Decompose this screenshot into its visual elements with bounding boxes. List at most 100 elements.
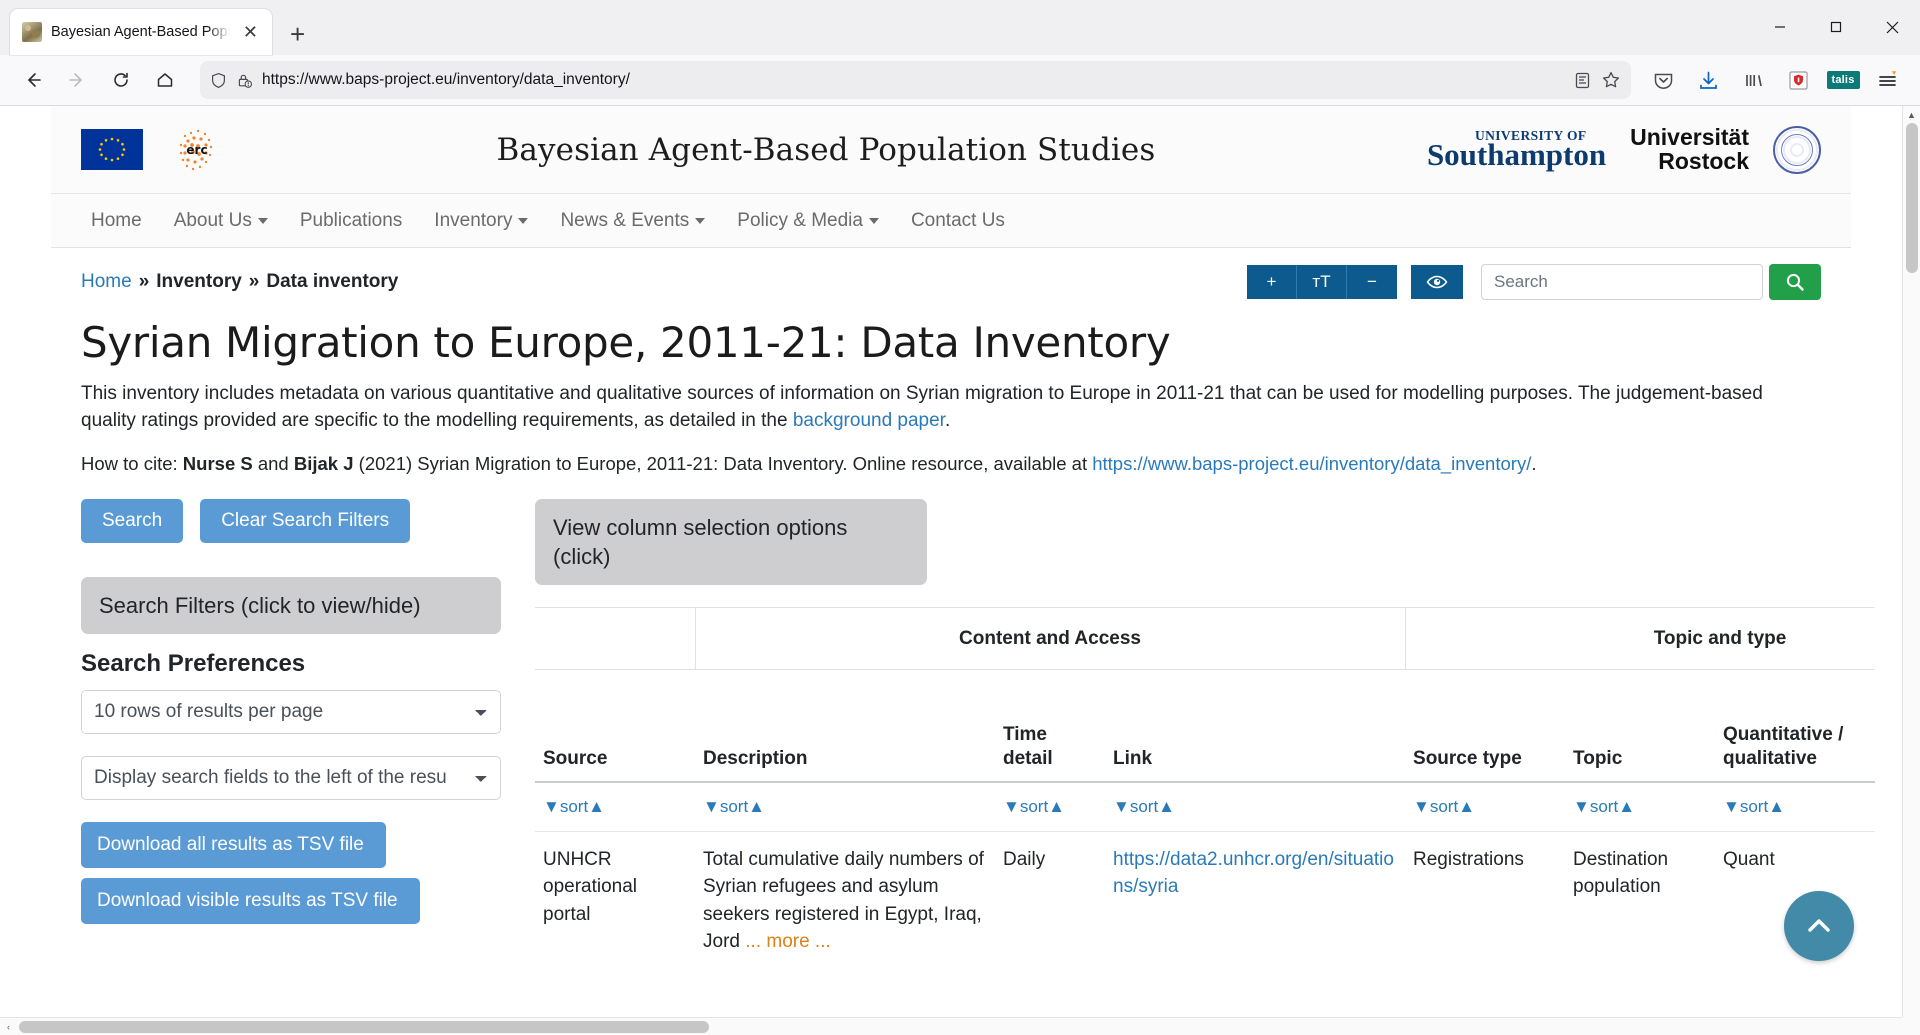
- field-layout-select[interactable]: Display search fields to the left of the…: [81, 755, 501, 800]
- sort-asc-icon[interactable]: ▲: [1158, 797, 1175, 816]
- sort-cell-description: ▼sort▲: [695, 781, 995, 832]
- tab-close-icon[interactable]: ✕: [239, 22, 262, 42]
- sort-asc-icon[interactable]: ▲: [1618, 797, 1635, 816]
- talis-extension-icon[interactable]: talis: [1826, 64, 1860, 96]
- page-title: Syrian Migration to Europe, 2011-21: Dat…: [81, 318, 1171, 367]
- sort-desc-icon[interactable]: ▼: [543, 797, 560, 816]
- increase-text-size-button[interactable]: +: [1247, 265, 1297, 299]
- sort-control-source-type[interactable]: ▼sort▲: [1413, 797, 1475, 816]
- browser-tab[interactable]: Bayesian Agent-Based Population ✕: [10, 9, 272, 55]
- contrast-eye-icon[interactable]: [1411, 265, 1463, 299]
- sort-desc-icon[interactable]: ▼: [1113, 797, 1130, 816]
- talis-label: talis: [1826, 71, 1860, 89]
- table-sort-row: ▼sort▲ ▼sort▲ ▼sort▲ ▼sort▲ ▼sort▲ ▼sort…: [535, 781, 1876, 832]
- nav-item-publications[interactable]: Publications: [284, 204, 418, 238]
- forward-button[interactable]: [58, 61, 96, 99]
- bookmark-star-icon[interactable]: [1601, 70, 1621, 90]
- nav-item-inventory[interactable]: Inventory: [418, 204, 544, 238]
- nav-item-about-us[interactable]: About Us: [158, 204, 284, 238]
- more-link[interactable]: ... more ...: [745, 931, 831, 952]
- scroll-up-arrow[interactable]: ▲: [1903, 106, 1920, 123]
- nav-label: Contact Us: [910, 209, 1005, 231]
- breadcrumb-inventory[interactable]: Inventory: [156, 271, 242, 293]
- search-button[interactable]: Search: [81, 498, 184, 543]
- vertical-scrollbar[interactable]: ▲: [1902, 106, 1920, 1017]
- nav-label: Policy & Media: [737, 209, 863, 231]
- sort-asc-icon[interactable]: ▲: [588, 797, 605, 816]
- rows-per-page-select[interactable]: 10 rows of results per page: [81, 689, 501, 734]
- nav-item-policy-media[interactable]: Policy & Media: [721, 204, 895, 238]
- sort-control-topic[interactable]: ▼sort▲: [1573, 797, 1635, 816]
- column-selection-options-panel[interactable]: View column selection options (click): [535, 498, 927, 585]
- nav-label: Home: [91, 209, 142, 231]
- address-bar[interactable]: https://www.baps-project.eu/inventory/da…: [200, 61, 1631, 99]
- column-header-quant-qual: Quantitative / qualitative: [1715, 669, 1876, 783]
- shield-extension-icon[interactable]: [1782, 64, 1814, 96]
- search-submit-button[interactable]: [1769, 264, 1821, 300]
- breadcrumb-home[interactable]: Home: [81, 271, 132, 293]
- sidebar-column: Search Clear Search Filters Search Filte…: [81, 498, 501, 934]
- new-tab-button[interactable]: +: [290, 21, 305, 47]
- back-to-top-button[interactable]: [1784, 891, 1854, 961]
- reload-button[interactable]: [102, 61, 140, 99]
- clear-search-filters-button[interactable]: Clear Search Filters: [200, 498, 411, 543]
- sort-control-source[interactable]: ▼sort▲: [543, 797, 605, 816]
- decrease-text-size-button[interactable]: −: [1347, 265, 1397, 299]
- breadcrumb-separator: »: [138, 271, 150, 292]
- nav-item-contact-us[interactable]: Contact Us: [895, 204, 1021, 238]
- sort-control-time-detail[interactable]: ▼sort▲: [1003, 797, 1065, 816]
- chevron-down-icon: [868, 217, 879, 224]
- background-paper-link[interactable]: background paper: [793, 410, 945, 431]
- reader-view-icon[interactable]: [1573, 71, 1592, 90]
- sort-asc-icon[interactable]: ▲: [748, 797, 765, 816]
- tracking-protection-icon[interactable]: [210, 72, 227, 89]
- row-source-link[interactable]: https://data2.unhcr.org/en/situations/sy…: [1113, 849, 1394, 898]
- library-icon[interactable]: [1737, 64, 1769, 96]
- column-header-source: Source: [535, 669, 695, 783]
- group-header-content-access: Content and Access: [694, 607, 1406, 670]
- results-column: View column selection options (click) Co…: [535, 498, 1876, 966]
- sort-asc-icon[interactable]: ▲: [1048, 797, 1065, 816]
- cell-link: https://data2.unhcr.org/en/situations/sy…: [1105, 831, 1405, 966]
- column-header-description: Description: [695, 669, 995, 783]
- horizontal-scroll-thumb[interactable]: [19, 1020, 709, 1033]
- sort-control-description[interactable]: ▼sort▲: [703, 797, 765, 816]
- download-visible-tsv-button[interactable]: Download visible results as TSV file: [81, 877, 420, 924]
- chevron-down-icon: [695, 217, 706, 224]
- breadcrumb-bar: Home » Inventory » Data inventory + ᴛT −: [51, 248, 1851, 306]
- sort-desc-icon[interactable]: ▼: [1573, 797, 1590, 816]
- back-button[interactable]: [14, 61, 52, 99]
- reset-text-size-button[interactable]: ᴛT: [1297, 265, 1347, 299]
- nav-item-news-events[interactable]: News & Events: [544, 204, 721, 238]
- navigation-toolbar: https://www.baps-project.eu/inventory/da…: [0, 55, 1920, 105]
- sort-control-quant-qual[interactable]: ▼sort▲: [1723, 797, 1785, 816]
- sort-desc-icon[interactable]: ▼: [1723, 797, 1740, 816]
- vertical-scroll-thumb[interactable]: [1906, 123, 1918, 273]
- horizontal-scrollbar[interactable]: ‹: [0, 1017, 1902, 1035]
- home-button[interactable]: [146, 61, 184, 99]
- group-header-blank-2: [1405, 607, 1566, 670]
- search-input[interactable]: [1481, 264, 1763, 300]
- intro-paragraph: This inventory includes metadata on vari…: [81, 381, 1821, 435]
- sort-asc-icon[interactable]: ▲: [1458, 797, 1475, 816]
- scroll-left-arrow[interactable]: ‹: [0, 1022, 17, 1032]
- sort-desc-icon[interactable]: ▼: [703, 797, 720, 816]
- sort-desc-icon[interactable]: ▼: [1413, 797, 1430, 816]
- downloads-icon[interactable]: [1692, 64, 1724, 96]
- sort-desc-icon[interactable]: ▼: [1003, 797, 1020, 816]
- nav-item-home[interactable]: Home: [81, 204, 158, 238]
- erc-logo-icon: erc: [169, 124, 225, 176]
- download-all-tsv-button[interactable]: Download all results as TSV file: [81, 821, 386, 868]
- sort-control-link[interactable]: ▼sort▲: [1113, 797, 1175, 816]
- pocket-icon[interactable]: [1647, 64, 1679, 96]
- university-logos: UNIVERSITY OF Southampton Universität Ro…: [1427, 125, 1821, 174]
- search-filters-toggle-panel[interactable]: Search Filters (click to view/hide): [81, 576, 501, 634]
- sort-cell-link: ▼sort▲: [1105, 781, 1406, 832]
- sort-asc-icon[interactable]: ▲: [1768, 797, 1785, 816]
- app-menu-icon[interactable]: [1872, 64, 1904, 96]
- window-maximize-button[interactable]: [1808, 6, 1864, 48]
- window-minimize-button[interactable]: [1752, 6, 1808, 48]
- window-close-button[interactable]: [1864, 6, 1920, 48]
- insecure-lock-icon[interactable]: [236, 72, 253, 89]
- citation-url-link[interactable]: https://www.baps-project.eu/inventory/da…: [1092, 453, 1531, 474]
